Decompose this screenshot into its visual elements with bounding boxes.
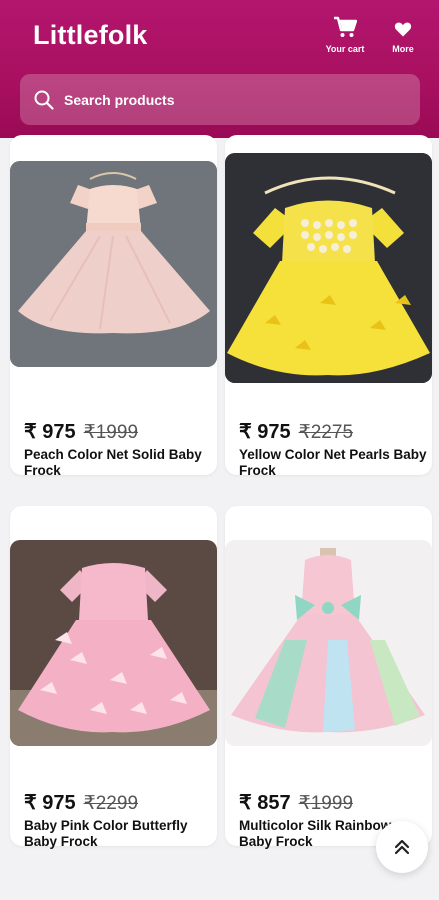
rainbow-frock-illustration xyxy=(225,540,432,746)
search-placeholder: Search products xyxy=(64,91,175,108)
product-price: ₹ 975 xyxy=(239,421,291,443)
heart-icon xyxy=(394,22,412,37)
product-mrp: ₹1999 xyxy=(298,793,354,814)
product-mrp: ₹1999 xyxy=(83,422,139,443)
product-price: ₹ 975 xyxy=(24,792,76,814)
product-card[interactable]: ₹ 857 ₹1999 Multicolor Silk Rainbow Baby… xyxy=(225,506,432,849)
cart-label: Your cart xyxy=(325,44,365,54)
product-image[interactable] xyxy=(225,540,432,746)
scroll-to-top-button[interactable] xyxy=(376,821,428,873)
product-image[interactable] xyxy=(10,540,217,746)
product-price: ₹ 975 xyxy=(24,421,76,443)
more-button[interactable]: More xyxy=(388,16,418,54)
product-image[interactable] xyxy=(10,161,217,367)
product-card[interactable]: ₹ 975 ₹1999 Peach Color Net Solid Baby F… xyxy=(10,135,217,478)
product-mrp: ₹2299 xyxy=(83,793,139,814)
product-image[interactable] xyxy=(225,153,432,383)
peach-frock-illustration xyxy=(10,161,217,367)
product-card[interactable]: ₹ 975 ₹2299 Baby Pink Color Butterfly Ba… xyxy=(10,506,217,849)
cart-button[interactable]: Your cart xyxy=(322,16,368,54)
brand-logo: Littlefolk xyxy=(33,20,148,50)
product-title: Yellow Color Net Pearls Baby Frock xyxy=(239,447,427,478)
product-price: ₹ 857 xyxy=(239,792,291,814)
product-card[interactable]: ₹ 975 ₹2275 Yellow Color Net Pearls Baby… xyxy=(225,135,432,478)
double-chevron-up-icon xyxy=(394,839,410,855)
product-title: Peach Color Net Solid Baby Frock xyxy=(24,447,202,478)
more-label: More xyxy=(392,44,414,54)
pink-frock-illustration xyxy=(10,540,217,746)
search-icon xyxy=(34,90,54,110)
product-mrp: ₹2275 xyxy=(298,422,354,443)
app-header: Littlefolk Your cart More Search product… xyxy=(0,0,439,138)
yellow-frock-illustration xyxy=(225,153,432,383)
cart-icon xyxy=(334,16,357,37)
search-bar[interactable]: Search products xyxy=(20,74,420,125)
product-title: Baby Pink Color Butterfly Baby Frock xyxy=(24,818,188,849)
